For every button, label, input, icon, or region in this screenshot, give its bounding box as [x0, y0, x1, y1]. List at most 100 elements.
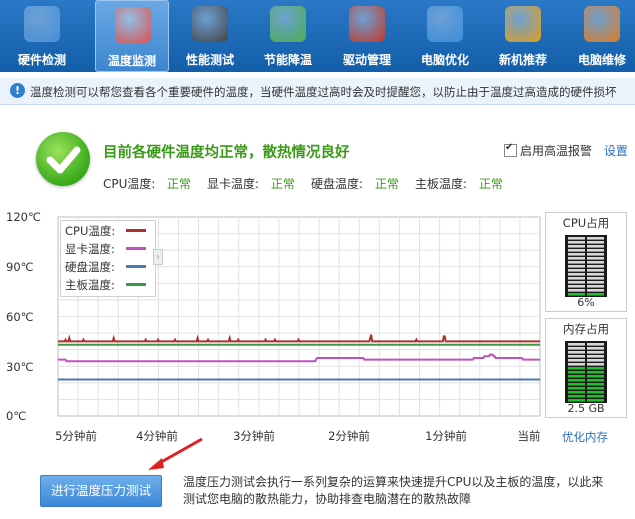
x-tick-label: 5分钟前 [55, 429, 97, 443]
x-tick-label: 1分钟前 [425, 429, 467, 443]
cpu-meter-segment [587, 273, 604, 276]
memory-meter-segment [568, 367, 585, 370]
memory-meter-segment [568, 395, 585, 398]
toolbar-button[interactable]: 硬件检测 [5, 0, 79, 72]
cpu-meter-segment [587, 241, 604, 244]
toolbar-button-label: 硬件检测 [17, 53, 66, 67]
info-icon: ! [10, 83, 25, 98]
stress-test-button[interactable]: 进行温度压力测试 [40, 475, 162, 507]
toolbar-button[interactable]: 电脑维修 [565, 0, 635, 72]
legend-label: 主板温度: [65, 278, 115, 292]
notice-bar: ! 温度检测可以帮您查看各个重要硬件的温度，当硬件温度过高时会及时提醒您，以防止… [0, 78, 635, 105]
high-temp-alarm: 启用高温报警 设置 [504, 142, 628, 159]
cpu-usage-title: CPU占用 [562, 216, 610, 230]
optimize-memory-link[interactable]: 优化内存 [562, 429, 608, 445]
x-tick-label: 当前 [517, 429, 541, 443]
cpu-meter-segment [568, 253, 585, 256]
alarm-label: 启用高温报警 [520, 144, 593, 158]
cpu-meter-segment [568, 245, 585, 248]
cpu-usage-meter [565, 235, 607, 297]
cpu-meter-segment [568, 241, 585, 244]
memory-meter-segment [568, 359, 585, 362]
toolbar-button-label: 电脑优化 [420, 53, 469, 67]
y-tick-label: 90℃ [6, 260, 34, 274]
disk-temp-status: 正常 [375, 177, 400, 191]
cpu-meter-segment [587, 237, 604, 240]
cpu-meter-segment [568, 285, 585, 288]
memory-meter-segment [568, 343, 585, 346]
memory-meter-segment [568, 375, 585, 378]
toolbar-button[interactable]: 新机推荐 [486, 0, 560, 72]
legend-item: 主板温度: [65, 277, 146, 293]
cpu-meter-segment [568, 273, 585, 276]
gpu-temp-status: 正常 [271, 177, 296, 191]
memory-meter-segment [587, 371, 604, 374]
legend-item: CPU温度: [65, 223, 146, 239]
memory-meter-segment [587, 367, 604, 370]
memory-usage-panel: 内存占用 2.5 GB [545, 318, 627, 418]
memory-meter-segment [587, 355, 604, 358]
memory-meter-segment [568, 383, 585, 386]
memory-meter-segment [568, 347, 585, 350]
cpu-meter-segment [587, 245, 604, 248]
memory-meter-segment [568, 379, 585, 382]
legend-label: CPU温度: [65, 224, 116, 238]
cpu-temp-label: CPU温度: [103, 177, 156, 191]
cpu-meter-segment [587, 285, 604, 288]
memory-meter-segment [568, 355, 585, 358]
board-temp-status: 正常 [479, 177, 504, 191]
monitor-magnifier-icon [24, 6, 60, 42]
y-tick-label: 60℃ [6, 310, 34, 324]
legend-label: 显卡温度: [65, 242, 115, 256]
legend-label: 硬盘温度: [65, 260, 115, 274]
alarm-checkbox[interactable] [504, 142, 517, 157]
y-tick-label: 30℃ [6, 360, 34, 374]
memory-meter-segment [587, 351, 604, 354]
toolbar-button-label: 新机推荐 [498, 53, 547, 67]
y-tick-label: 120℃ [6, 210, 41, 224]
memory-meter-segment [587, 379, 604, 382]
settings-link[interactable]: 设置 [604, 144, 628, 158]
toolbar-button-label: 温度监测 [107, 54, 156, 68]
cpu-meter-segment [568, 261, 585, 264]
memory-meter-segment [587, 387, 604, 390]
memory-meter-segment [568, 363, 585, 366]
toolbar-button-label: 电脑维修 [577, 53, 626, 67]
cpu-meter-segment [587, 261, 604, 264]
thermometer-icon [115, 7, 151, 43]
memory-meter-segment [587, 359, 604, 362]
monitor-broom-icon [427, 6, 463, 42]
toolbar-button[interactable]: 节能降温 [251, 0, 325, 72]
cpu-meter-segment [587, 257, 604, 260]
toolbar-button[interactable]: 温度监测 [95, 0, 169, 72]
memory-usage-value: 2.5 GB [567, 402, 605, 415]
cpu-usage-value: 6% [577, 296, 595, 309]
legend-swatch [126, 283, 146, 286]
memory-meter-segment [587, 395, 604, 398]
red-arrow-annotation [148, 437, 203, 470]
cpu-meter-segment [587, 281, 604, 284]
memory-usage-title: 内存占用 [563, 322, 609, 336]
speedometer-icon [192, 6, 228, 42]
legend-swatch [126, 229, 146, 232]
computer-award-icon [505, 6, 541, 42]
legend-swatch [126, 265, 146, 268]
disk-temp-label: 硬盘温度: [311, 177, 364, 191]
toolbar-button[interactable]: 驱动管理 [330, 0, 404, 72]
notice-text: 温度检测可以帮您查看各个重要硬件的温度，当硬件温度过高时会及时提醒您，以防止由于… [30, 85, 617, 99]
toolbar-button-label: 性能测试 [185, 53, 234, 67]
toolbar-button[interactable]: 性能测试 [173, 0, 247, 72]
cpu-meter-segment [568, 265, 585, 268]
memory-meter-segment [587, 363, 604, 366]
cpu-meter-segment [587, 269, 604, 272]
legend-collapse-toggle[interactable]: › [153, 249, 163, 265]
main-toolbar: 硬件检测 温度监测 性能测试 节能降温 驱动管理 电脑优化 新机推荐 电脑维修 [0, 0, 635, 72]
toolbar-button[interactable]: 电脑优化 [408, 0, 482, 72]
cpu-meter-segment [587, 289, 604, 292]
stress-test-description: 温度压力测试会执行一系列复杂的运算来快速提升CPU以及主板的温度，以此来测试您电… [183, 475, 604, 506]
board-temp-label: 主板温度: [415, 177, 468, 191]
memory-usage-meter [565, 341, 607, 403]
legend-item: 硬盘温度: [65, 259, 146, 275]
status-headline: 目前各硬件温度均正常，散热情况良好 [103, 145, 350, 161]
memory-meter-segment [568, 391, 585, 394]
